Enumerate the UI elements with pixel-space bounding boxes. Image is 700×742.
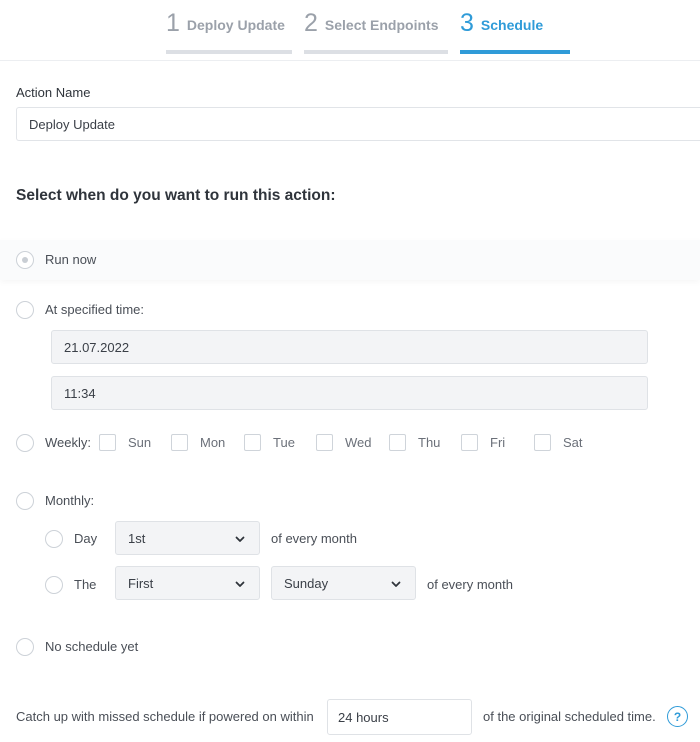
step-deploy-update[interactable]: 1 Deploy Update bbox=[166, 0, 292, 54]
weekday-label-mon: Mon bbox=[200, 435, 226, 450]
catch-up-suffix: of the original scheduled time. bbox=[483, 709, 656, 724]
weekly-radio[interactable] bbox=[16, 434, 34, 452]
monthly-day-select[interactable]: 1st bbox=[115, 521, 260, 555]
action-name-label: Action Name bbox=[16, 85, 91, 100]
step-number: 1 bbox=[166, 9, 180, 37]
specified-time-label: At specified time: bbox=[45, 302, 144, 317]
chevron-down-icon bbox=[235, 536, 245, 542]
weekday-label-thu: Thu bbox=[418, 435, 441, 450]
weekday-checkbox-sat[interactable] bbox=[534, 434, 551, 451]
monthly-the-label: The bbox=[74, 577, 97, 592]
step-number: 2 bbox=[304, 9, 318, 37]
monthly-label: Monthly: bbox=[45, 493, 95, 508]
chevron-down-icon bbox=[235, 581, 245, 587]
weekday-checkbox-tue[interactable] bbox=[244, 434, 261, 451]
wizard-stepper: 1 Deploy Update 2 Select Endpoints 3 Sch… bbox=[0, 0, 700, 61]
specified-time-radio[interactable] bbox=[16, 301, 34, 319]
weekday-checkbox-fri[interactable] bbox=[461, 434, 478, 451]
no-schedule-label: No schedule yet bbox=[45, 639, 139, 654]
weekday-label-sat: Sat bbox=[563, 435, 583, 450]
schedule-section-title: Select when do you want to run this acti… bbox=[16, 187, 336, 204]
monthly-the-radio[interactable] bbox=[45, 576, 63, 594]
run-now-row bbox=[0, 240, 700, 280]
step-schedule[interactable]: 3 Schedule bbox=[460, 0, 570, 54]
weekly-label: Weekly: bbox=[45, 435, 91, 450]
weekday-label-tue: Tue bbox=[273, 435, 295, 450]
monthly-day-suffix: of every month bbox=[271, 531, 357, 546]
step-select-endpoints[interactable]: 2 Select Endpoints bbox=[304, 0, 448, 54]
monthly-weekday-value: Sunday bbox=[284, 575, 329, 591]
catch-up-prefix: Catch up with missed schedule if powered… bbox=[16, 709, 314, 724]
catch-up-hours-input[interactable] bbox=[327, 699, 472, 735]
weekday-checkbox-thu[interactable] bbox=[389, 434, 406, 451]
monthly-weekday-select[interactable]: Sunday bbox=[271, 566, 416, 600]
step-label: Select Endpoints bbox=[324, 17, 439, 33]
weekday-label-sun: Sun bbox=[128, 435, 152, 450]
run-now-label: Run now bbox=[45, 252, 97, 267]
monthly-day-value: 1st bbox=[128, 530, 146, 546]
monthly-day-label: Day bbox=[74, 531, 98, 546]
weekday-checkbox-sun[interactable] bbox=[99, 434, 116, 451]
weekday-label-fri: Fri bbox=[490, 435, 506, 450]
action-name-input[interactable] bbox=[16, 107, 700, 141]
date-input[interactable] bbox=[51, 330, 648, 364]
weekday-label-wed: Wed bbox=[345, 435, 372, 450]
monthly-day-radio[interactable] bbox=[45, 530, 63, 548]
step-label: Deploy Update bbox=[186, 17, 285, 33]
monthly-ordinal-select[interactable]: First bbox=[115, 566, 260, 600]
monthly-ordinal-value: First bbox=[128, 575, 154, 591]
run-now-radio[interactable] bbox=[16, 251, 34, 269]
time-input[interactable] bbox=[51, 376, 648, 410]
chevron-down-icon bbox=[391, 581, 401, 587]
step-label: Schedule bbox=[480, 17, 544, 33]
weekday-checkbox-mon[interactable] bbox=[171, 434, 188, 451]
weekday-checkbox-wed[interactable] bbox=[316, 434, 333, 451]
no-schedule-radio[interactable] bbox=[16, 638, 34, 656]
step-number: 3 bbox=[460, 9, 474, 37]
help-icon[interactable]: ? bbox=[667, 706, 688, 727]
monthly-the-suffix: of every month bbox=[427, 577, 513, 592]
monthly-radio[interactable] bbox=[16, 492, 34, 510]
